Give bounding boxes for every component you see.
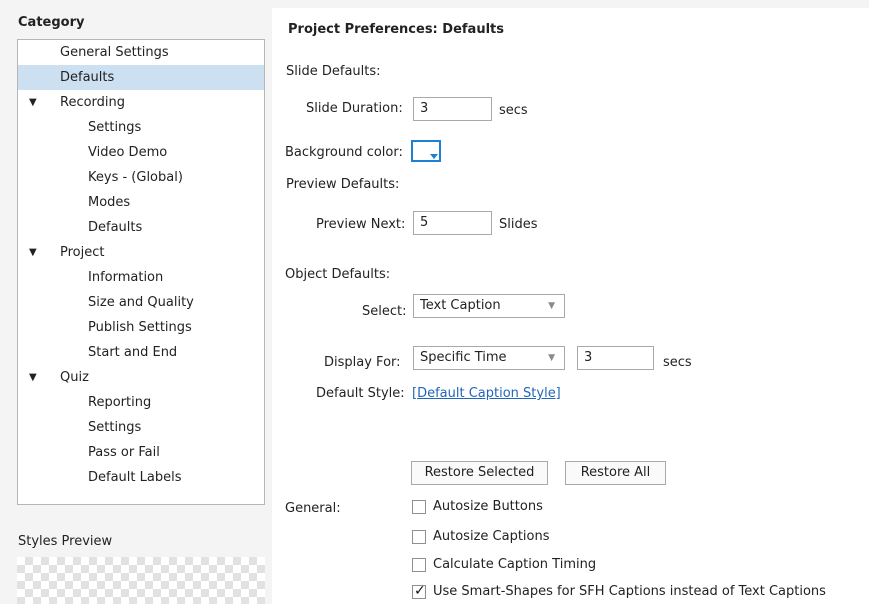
display-time-unit: secs (663, 355, 692, 370)
tree-item-label: Recording (60, 95, 126, 110)
tree-item-label: Settings (88, 420, 142, 435)
tree-item-keys-global[interactable]: Keys - (Global) (18, 165, 264, 190)
autosize-buttons-label: Autosize Buttons (433, 499, 543, 514)
tree-item-label: Information (88, 270, 164, 285)
preview-next-input[interactable]: 5 (413, 211, 492, 235)
chevron-down-icon: ▼ (548, 353, 555, 363)
tree-item-label: Defaults (88, 220, 143, 235)
tree-item-label: Publish Settings (88, 320, 192, 335)
category-tree: General Settings Defaults ▼ Recording Se… (17, 39, 265, 505)
checkmark-icon: ✓ (414, 583, 426, 599)
smart-shapes-checkbox[interactable]: ✓ (412, 583, 426, 599)
tree-item-modes[interactable]: Modes (18, 190, 264, 215)
styles-preview-label: Styles Preview (18, 534, 113, 549)
display-time-input[interactable]: 3 (577, 346, 654, 370)
tree-item-label: Settings (88, 120, 142, 135)
autosize-buttons-checkbox[interactable] (412, 500, 426, 514)
default-style-link[interactable]: [Default Caption Style] (412, 386, 561, 401)
smart-shapes-label: Use Smart-Shapes for SFH Captions instea… (433, 584, 826, 599)
slide-duration-unit: secs (499, 103, 528, 118)
default-style-label: Default Style: (316, 386, 405, 401)
tree-item-general-settings[interactable]: General Settings (18, 40, 264, 65)
category-title: Category (18, 15, 85, 30)
tree-item-label: Modes (88, 195, 131, 210)
tree-item-recording-settings[interactable]: Settings (18, 115, 264, 140)
tree-item-label: Default Labels (88, 470, 182, 485)
tree-item-label: Size and Quality (88, 295, 194, 310)
tree-item-label: Pass or Fail (88, 445, 160, 460)
tree-item-quiz[interactable]: ▼ Quiz (18, 365, 264, 390)
expand-triangle-icon[interactable]: ▼ (29, 365, 37, 390)
display-for-label: Display For: (324, 355, 401, 370)
general-label: General: (285, 501, 341, 516)
dropdown-arrow-icon (430, 154, 438, 159)
select-label: Select: (362, 304, 407, 319)
page-title: Project Preferences: Defaults (288, 22, 504, 37)
expand-triangle-icon[interactable]: ▼ (29, 240, 37, 265)
preview-next-unit: Slides (499, 217, 538, 232)
autosize-captions-checkbox[interactable] (412, 530, 426, 544)
tree-item-publish-settings[interactable]: Publish Settings (18, 315, 264, 340)
tree-item-label: Start and End (88, 345, 178, 360)
calculate-caption-timing-checkbox[interactable] (412, 558, 426, 572)
tree-item-label: Quiz (60, 370, 89, 385)
restore-selected-button[interactable]: Restore Selected (411, 461, 548, 485)
display-for-select[interactable]: Specific Time ▼ (413, 346, 565, 370)
preview-next-label: Preview Next: (316, 217, 406, 232)
autosize-captions-label: Autosize Captions (433, 529, 550, 544)
tree-item-reporting[interactable]: Reporting (18, 390, 264, 415)
tree-item-recording[interactable]: ▼ Recording (18, 90, 264, 115)
slide-duration-label: Slide Duration: (306, 101, 403, 116)
tree-item-project[interactable]: ▼ Project (18, 240, 264, 265)
preview-defaults-heading: Preview Defaults: (286, 177, 400, 192)
tree-item-quiz-settings[interactable]: Settings (18, 415, 264, 440)
tree-item-size-and-quality[interactable]: Size and Quality (18, 290, 264, 315)
restore-all-button[interactable]: Restore All (565, 461, 666, 485)
tree-item-label: Project (60, 245, 105, 260)
background-color-picker[interactable] (411, 140, 441, 162)
tree-item-label: General Settings (60, 45, 169, 60)
object-type-value: Text Caption (420, 298, 501, 313)
object-defaults-heading: Object Defaults: (285, 267, 391, 282)
slide-defaults-heading: Slide Defaults: (286, 64, 381, 79)
tree-item-label: Defaults (60, 70, 115, 85)
tree-item-video-demo[interactable]: Video Demo (18, 140, 264, 165)
tree-item-defaults[interactable]: Defaults (18, 65, 264, 90)
display-for-value: Specific Time (420, 350, 507, 365)
chevron-down-icon: ▼ (548, 301, 555, 311)
tree-item-default-labels[interactable]: Default Labels (18, 465, 264, 490)
styles-preview-canvas (17, 557, 265, 604)
tree-item-information[interactable]: Information (18, 265, 264, 290)
tree-item-label: Video Demo (88, 145, 168, 160)
slide-duration-input[interactable]: 3 (413, 97, 492, 121)
tree-item-label: Keys - (Global) (88, 170, 183, 185)
background-color-label: Background color: (285, 145, 403, 160)
tree-item-label: Reporting (88, 395, 152, 410)
calculate-caption-timing-label: Calculate Caption Timing (433, 557, 597, 572)
tree-item-pass-or-fail[interactable]: Pass or Fail (18, 440, 264, 465)
tree-item-start-and-end[interactable]: Start and End (18, 340, 264, 365)
expand-triangle-icon[interactable]: ▼ (29, 90, 37, 115)
tree-item-recording-defaults[interactable]: Defaults (18, 215, 264, 240)
object-type-select[interactable]: Text Caption ▼ (413, 294, 565, 318)
